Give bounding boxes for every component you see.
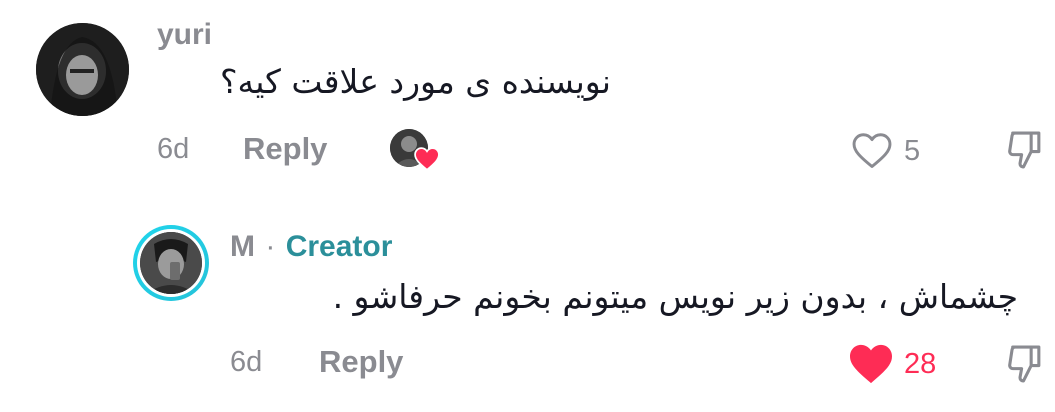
reply-timestamp: 6d: [230, 346, 263, 378]
commenter-avatar[interactable]: [36, 23, 129, 116]
creator-avatar: [140, 232, 202, 294]
comment-username[interactable]: yuri: [157, 18, 212, 52]
reply-button[interactable]: Reply: [243, 131, 327, 167]
thumbs-down-icon[interactable]: [1006, 344, 1044, 384]
comment-text: نویسنده ی مورد علاقت کیه؟: [219, 62, 611, 101]
comment-timestamp: 6d: [157, 133, 190, 165]
name-separator: ·: [265, 230, 276, 263]
reply-username-line: M · Creator: [230, 230, 392, 264]
comment-like-count: 5: [904, 135, 921, 167]
reply-reply-button[interactable]: Reply: [319, 344, 403, 380]
reply-username[interactable]: M: [230, 230, 255, 263]
reply-like-count: 28: [904, 348, 937, 380]
reply-text: چشماش ، بدون زیر نویس میتونم بخونم حرفاش…: [332, 277, 1018, 316]
creator-avatar-ring[interactable]: [133, 225, 209, 301]
thumbs-down-icon[interactable]: [1006, 130, 1044, 170]
heart-outline-icon[interactable]: [851, 132, 893, 170]
heart-badge-icon: [414, 147, 440, 171]
heart-filled-icon[interactable]: [848, 343, 894, 385]
creator-badge: Creator: [285, 230, 393, 263]
creator-liked-badge: [388, 127, 442, 173]
